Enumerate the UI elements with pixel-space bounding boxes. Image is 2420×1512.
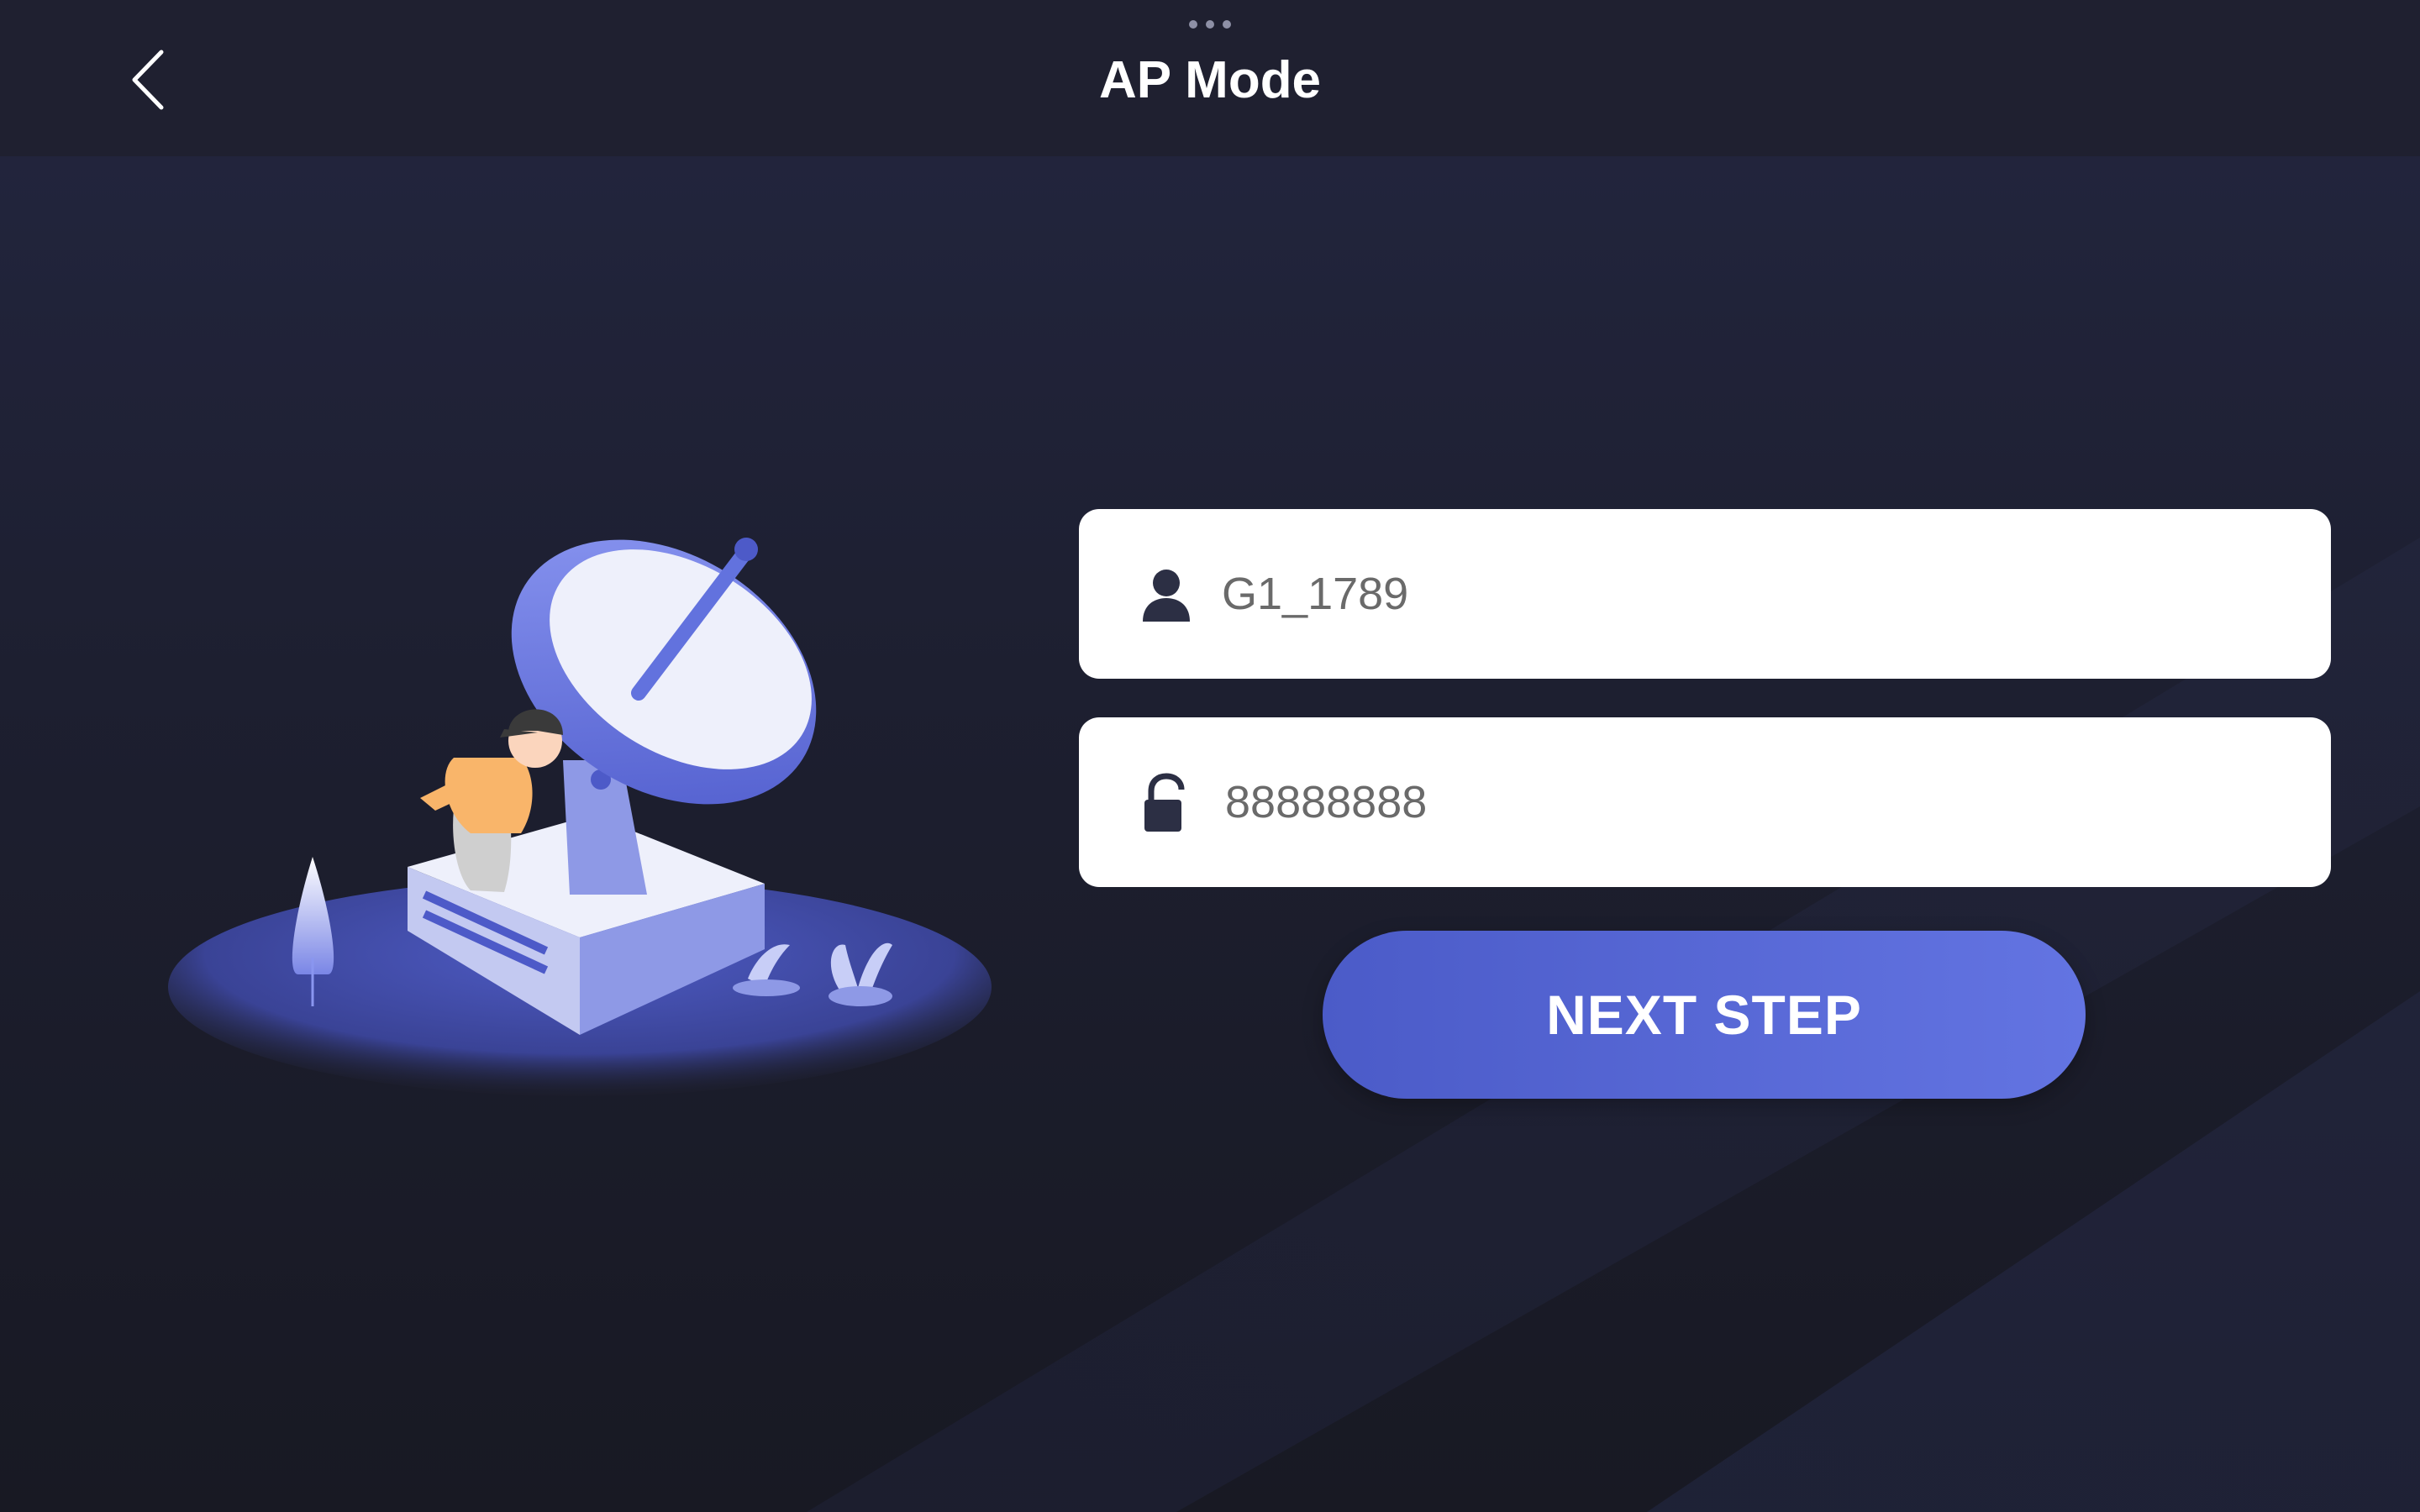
page-title: AP Mode [1098,51,1322,109]
user-icon [1143,570,1190,622]
lock-icon [1144,773,1185,832]
next-step-button[interactable]: NEXT STEP [1323,931,2086,1099]
ap-mode-screen: AP Mode G1_1789 88888888 NEXT STEP [0,0,2420,1512]
username-field[interactable]: G1_1789 [1079,509,2331,679]
password-field[interactable]: 88888888 [1079,717,2331,887]
username-input[interactable]: G1_1789 [1222,509,1408,679]
app-header: AP Mode [0,0,2420,156]
more-dots-icon[interactable] [1189,20,1233,30]
password-input[interactable]: 88888888 [1225,717,1427,887]
satellite-dish-illustration [168,538,992,1096]
